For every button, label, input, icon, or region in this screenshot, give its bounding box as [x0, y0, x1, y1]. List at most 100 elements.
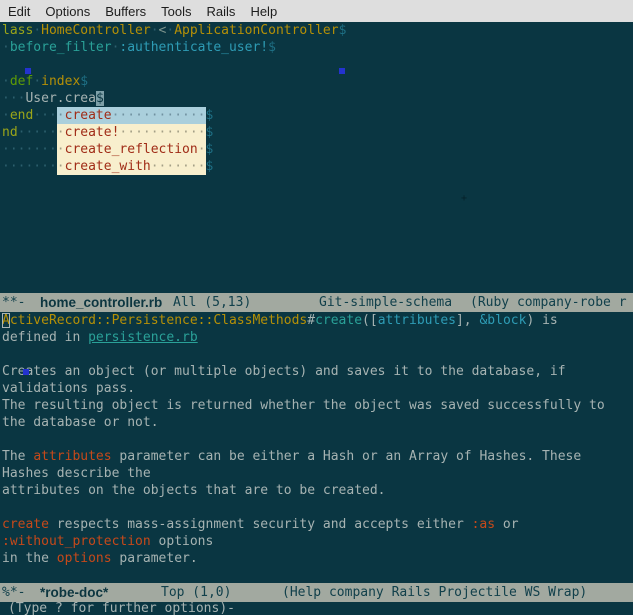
code-line-6: ·end····create············$ [0, 107, 633, 124]
doc-line-4: Creates an object (or multiple objects) … [0, 363, 633, 380]
token: ······· [2, 142, 57, 157]
token: options [56, 551, 112, 566]
token: ······· [2, 159, 57, 174]
buffer-state-flags: %*- [2, 585, 26, 600]
mode-list[interactable]: (Ruby company-robe r [470, 293, 627, 312]
eol-marker: $ [338, 23, 347, 38]
code-line-4: ·def·index$ [0, 73, 633, 90]
robe-doc-window: ActiveRecord::Persistence::ClassMethods#… [0, 312, 633, 583]
token: · [2, 108, 10, 123]
persistence-rb-link[interactable]: persistence.rb [88, 330, 198, 345]
cursor-position: All (5,13) [173, 295, 252, 310]
vcs-branch[interactable]: Git-simple-schema [319, 293, 452, 312]
token: ··· [2, 91, 26, 106]
doc-line-13: create respects mass-assignment security… [0, 516, 633, 533]
token: ) is [526, 313, 558, 328]
token: ··· [33, 108, 57, 123]
token: ····· [17, 125, 57, 140]
buffer-name[interactable]: *robe-doc* [40, 583, 108, 602]
cursor-position: Top (1,0) [161, 585, 232, 600]
doc-line-6: The resulting object is returned whether… [0, 397, 633, 414]
eol-marker: $ [205, 125, 214, 140]
token: · [56, 159, 65, 174]
modeline-robe-doc: %*- *robe-doc* Top (1,0) (Help company R… [0, 583, 633, 602]
mode-list[interactable]: (Help company Rails Projectile WS Wrap) [282, 583, 587, 602]
token: parameter can be either a Hash or an Arr… [111, 449, 582, 464]
token: Creates an object (or multiple objects) … [2, 364, 566, 379]
doc-line-9: The attributes parameter can be either a… [0, 448, 633, 465]
doc-line-8 [0, 431, 633, 448]
doc-line-7: the database or not. [0, 414, 633, 431]
token: User.crea [25, 91, 96, 106]
token: Hashes describe the [2, 466, 151, 481]
token: · [56, 142, 65, 157]
mouse-pointer-marker [23, 369, 29, 375]
menu-rails[interactable]: Rails [207, 4, 236, 19]
token: ············ [111, 108, 206, 123]
token: · [197, 142, 206, 157]
token: :without_protection [2, 534, 151, 549]
token: # [307, 313, 316, 328]
token: · [33, 74, 42, 89]
token: create_with [64, 159, 151, 174]
token: parameter. [111, 551, 198, 566]
code-line-2: ·before_filter·:authenticate_user!$ [0, 39, 633, 56]
completion-item-create-with[interactable]: ·create_with······· [56, 158, 206, 175]
token: HomeController [41, 23, 151, 38]
code-window: lass·HomeController·<·ApplicationControl… [0, 22, 633, 293]
token: attributes [377, 313, 456, 328]
doc-line-3 [0, 346, 633, 363]
doc-line-12 [0, 499, 633, 516]
token: attributes [33, 449, 112, 464]
token: create [2, 517, 49, 532]
menu-bar: Edit Options Buffers Tools Rails Help [0, 0, 633, 22]
token: · [56, 108, 65, 123]
pointer-cross-mark: + [461, 193, 468, 204]
code-line-1: lass·HomeController·<·ApplicationControl… [0, 22, 633, 39]
token: create_reflection [64, 142, 198, 157]
token: · [2, 40, 10, 55]
token: respects mass-assignment security and ac… [48, 517, 472, 532]
menu-help[interactable]: Help [250, 4, 277, 19]
buffer-name[interactable]: home_controller.rb [40, 293, 162, 312]
menu-tools[interactable]: Tools [161, 4, 191, 19]
token: · [56, 125, 65, 140]
code-line-5: ···User.crea$ [0, 90, 633, 107]
eol-marker: $ [80, 74, 89, 89]
token: &block [479, 313, 527, 328]
text-cursor: $ [95, 91, 104, 106]
code-line-8: ········create_reflection·$ [0, 141, 633, 158]
menu-buffers[interactable]: Buffers [105, 4, 146, 19]
minibuffer-message: (Type ? for further options)- [8, 602, 235, 615]
token: nd [2, 125, 18, 140]
menu-edit[interactable]: Edit [8, 4, 30, 19]
token: lass [2, 23, 34, 38]
token: :authenticate_user! [119, 40, 269, 55]
token: end [9, 108, 34, 123]
token: def [9, 74, 34, 89]
doc-line-11: attributes on the objects that are to be… [0, 482, 633, 499]
doc-line-2: defined in persistence.rb [0, 329, 633, 346]
token: defined in [2, 330, 89, 345]
token: The [2, 449, 34, 464]
token: ], [455, 313, 480, 328]
token: · [2, 74, 10, 89]
completion-item-create[interactable]: ·create············ [56, 107, 206, 124]
hollow-cursor: A [2, 313, 10, 328]
completion-item-create-reflection[interactable]: ·create_reflection· [56, 141, 206, 158]
eol-marker: $ [205, 108, 214, 123]
minibuffer[interactable]: (Type ? for further options)- [0, 602, 633, 615]
menu-options[interactable]: Options [45, 4, 90, 19]
token: :as [471, 517, 496, 532]
whitespace-marker [339, 68, 345, 74]
token: create [315, 313, 363, 328]
token: the database or not. [2, 415, 159, 430]
doc-line-5: validations pass. [0, 380, 633, 397]
token: options [150, 534, 214, 549]
token: ApplicationController [174, 23, 339, 38]
token: before_filter [9, 40, 112, 55]
completion-item-create-bang[interactable]: ·create!··········· [56, 124, 206, 141]
token: create [64, 108, 112, 123]
doc-line-1: ActiveRecord::Persistence::ClassMethods#… [0, 312, 633, 329]
token: attributes on the objects that are to be… [2, 483, 386, 498]
